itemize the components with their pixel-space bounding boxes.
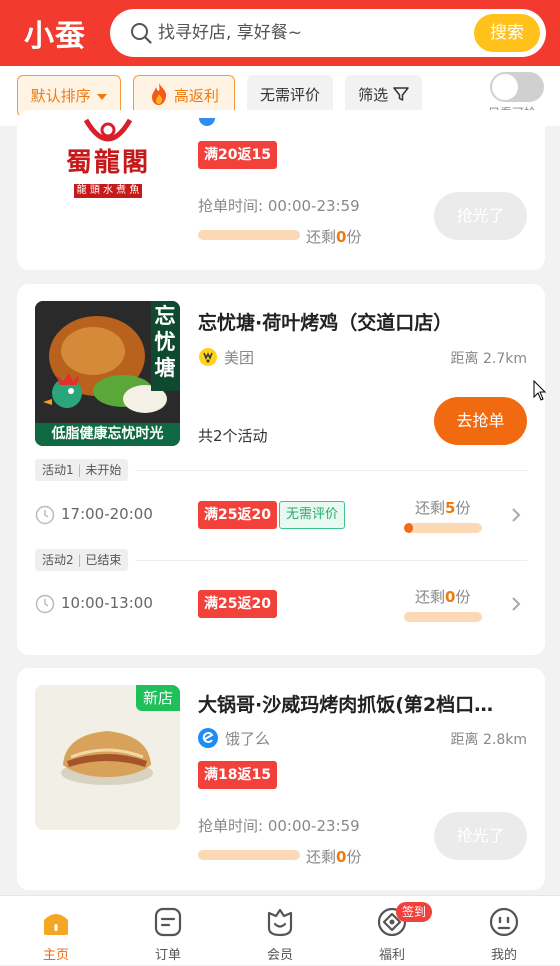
logo-emblem-icon bbox=[83, 118, 133, 142]
flame-icon bbox=[152, 83, 167, 105]
profile-icon bbox=[489, 907, 519, 937]
clock-icon bbox=[35, 505, 55, 525]
nav-welfare[interactable]: 签到 福利 bbox=[336, 896, 448, 966]
remaining-progress bbox=[404, 612, 482, 622]
thumb-slogan: 低脂健康忘忧时光 bbox=[51, 426, 164, 442]
remaining-progress bbox=[198, 230, 300, 240]
remaining-count: 还剩0份 bbox=[415, 588, 471, 606]
order-icon bbox=[154, 907, 182, 937]
platform-label: 美团 bbox=[224, 349, 255, 367]
remain-number: 0 bbox=[336, 228, 347, 246]
chevron-right-icon bbox=[512, 597, 521, 611]
bottom-nav: 主页 订单 会员 签到 福利 我的 bbox=[0, 895, 560, 965]
remaining-progress bbox=[404, 523, 482, 533]
toggle-knob bbox=[492, 74, 518, 100]
divider bbox=[135, 470, 527, 471]
divider bbox=[135, 560, 527, 561]
activity-time: 17:00-20:00 bbox=[61, 505, 153, 523]
remaining-count: 还剩0份 bbox=[306, 228, 362, 246]
sold-out-button[interactable]: 抢光了 bbox=[434, 812, 527, 860]
sign-in-badge: 签到 bbox=[396, 902, 433, 922]
store-card[interactable]: 忘忧塘 低脂健康忘忧时光 忘忧塘·荷叶烤鸡（交道口店） 美团 距离 2.7km … bbox=[17, 284, 545, 655]
grab-order-button[interactable]: 去抢单 bbox=[434, 397, 527, 445]
activity-row[interactable]: 17:00-20:00 满25返20 无需评价 还剩5份 bbox=[17, 489, 545, 539]
store-card[interactable]: 新店 大锅哥·沙威玛烤肉抓饭(第2档口… 饿了么 距离 2.8km 满18返15… bbox=[17, 668, 545, 890]
progress-fill bbox=[404, 523, 414, 533]
activity-label: 活动1 | 未开始 bbox=[35, 459, 129, 481]
nav-member[interactable]: 会员 bbox=[224, 896, 336, 966]
platform-label: 饿了么 bbox=[225, 730, 271, 748]
activity-time: 10:00-13:00 bbox=[61, 594, 153, 612]
store-name[interactable]: 忘忧塘·荷叶烤鸡（交道口店） bbox=[198, 308, 528, 335]
nav-profile[interactable]: 我的 bbox=[448, 896, 560, 966]
store-thumbnail[interactable]: 新店 bbox=[35, 685, 180, 830]
remain-number: 0 bbox=[445, 588, 456, 606]
activity-label: 活动2 | 已结束 bbox=[35, 549, 129, 571]
caret-down-icon bbox=[97, 93, 108, 100]
high-rebate-label: 高返利 bbox=[173, 87, 219, 105]
activity-count: 共2个活动 bbox=[198, 427, 268, 445]
chevron-right-icon bbox=[512, 508, 521, 522]
sort-label: 默认排序 bbox=[30, 87, 91, 105]
remaining-progress bbox=[198, 850, 300, 860]
remain-number: 0 bbox=[336, 848, 347, 866]
store-logo: 蜀龍閣 龍 頭 水 煮 魚 bbox=[52, 118, 164, 198]
logo-name: 蜀龍閣 bbox=[65, 148, 150, 178]
nav-label: 订单 bbox=[154, 948, 181, 963]
distance-label: 距离 2.7km bbox=[450, 351, 527, 367]
search-input[interactable]: 找寻好店, 享好餐~ bbox=[158, 9, 302, 57]
search-button[interactable]: 搜索 bbox=[474, 14, 540, 52]
activity-row[interactable]: 10:00-13:00 满25返20 还剩0份 bbox=[17, 578, 545, 628]
grab-time: 抢单时间: 00:00-23:59 bbox=[198, 817, 360, 835]
store-name[interactable]: 大锅哥·沙威玛烤肉抓饭(第2档口… bbox=[198, 690, 528, 717]
home-icon bbox=[44, 914, 68, 935]
platform-icon bbox=[199, 118, 215, 126]
nav-home[interactable]: 主页 bbox=[0, 896, 112, 966]
filter-label: 筛选 bbox=[358, 86, 389, 104]
clock-icon bbox=[35, 594, 55, 614]
activity-status: 未开始 bbox=[85, 463, 122, 477]
remain-number: 5 bbox=[445, 499, 456, 517]
logo-sub: 龍 頭 水 煮 魚 bbox=[73, 184, 143, 198]
grab-time: 抢单时间: 00:00-23:59 bbox=[198, 197, 360, 215]
activity-status: 已结束 bbox=[85, 553, 122, 567]
nav-label: 会员 bbox=[266, 948, 293, 963]
no-review-tag: 无需评价 bbox=[279, 501, 346, 529]
new-store-tag: 新店 bbox=[135, 685, 180, 711]
promo-tag: 满20返15 bbox=[198, 141, 277, 169]
nav-label: 我的 bbox=[490, 948, 517, 963]
search-bar[interactable]: 找寻好店, 享好餐~ 搜索 bbox=[110, 9, 546, 57]
sold-out-button[interactable]: 抢光了 bbox=[434, 192, 527, 240]
app-logo[interactable]: 小蚕 bbox=[0, 0, 110, 66]
only-grabbable-toggle[interactable] bbox=[490, 72, 544, 102]
app-header: 小蚕 找寻好店, 享好餐~ 搜索 bbox=[0, 0, 560, 66]
filter-funnel-icon bbox=[393, 87, 409, 101]
mouse-cursor-icon bbox=[533, 380, 547, 401]
meituan-icon bbox=[199, 348, 217, 366]
remaining-count: 还剩5份 bbox=[415, 499, 471, 517]
remaining-count: 还剩0份 bbox=[306, 848, 362, 866]
promo-tag: 满25返20 bbox=[198, 501, 277, 529]
nav-label: 主页 bbox=[42, 948, 69, 963]
search-icon bbox=[131, 23, 152, 44]
store-thumbnail[interactable]: 忘忧塘 低脂健康忘忧时光 bbox=[35, 301, 180, 446]
eleme-icon bbox=[198, 728, 218, 748]
nav-label: 福利 bbox=[378, 948, 405, 963]
promo-tag: 满18返15 bbox=[198, 761, 277, 789]
nav-orders[interactable]: 订单 bbox=[112, 896, 224, 966]
distance-label: 距离 2.8km bbox=[450, 732, 527, 748]
promo-tag: 满25返20 bbox=[198, 590, 277, 618]
store-card[interactable]: 蜀龍閣 龍 頭 水 煮 魚 满20返15 抢单时间: 00:00-23:59 还… bbox=[17, 110, 545, 270]
thumb-text-vertical: 忘忧塘 bbox=[154, 304, 176, 380]
member-icon bbox=[267, 908, 293, 937]
